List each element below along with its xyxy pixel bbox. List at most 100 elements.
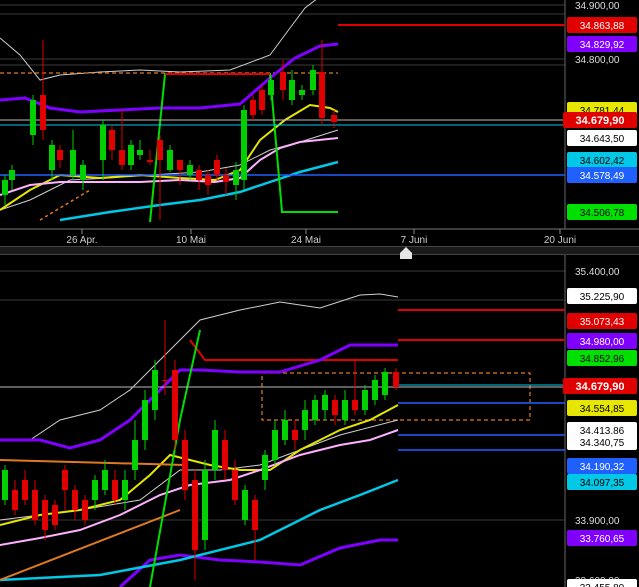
y-tick-label: 34.800,00 [575, 55, 620, 66]
mid-line [0, 404, 399, 526]
candle-body [319, 72, 325, 118]
candle-body [62, 470, 68, 490]
price-tag: 34.340,75 [567, 434, 637, 450]
price-tag: 34.602,42 [567, 152, 637, 168]
candle-body [182, 440, 188, 490]
candle-body [202, 470, 208, 540]
candle-body [205, 175, 211, 185]
candle-body [272, 430, 278, 460]
price-tag-text: 34.554,85 [580, 404, 625, 415]
candle-body [30, 100, 36, 135]
price-tag: 34.578,49 [567, 167, 637, 183]
candle-body [12, 490, 18, 510]
price-tag: 33.455,80 [567, 579, 637, 587]
candle-body [310, 70, 316, 90]
candle-body [299, 90, 305, 95]
price-tag: 33.760,65 [567, 530, 637, 546]
upper-band-line [0, 42, 339, 114]
candle-body [282, 420, 288, 440]
envelope-lower-line [0, 419, 399, 521]
price-tag: 34.980,00 [567, 333, 637, 349]
candle-body [289, 80, 295, 100]
price-tag: 34.097,35 [567, 474, 637, 490]
price-tag-text: 34.980,00 [580, 337, 625, 348]
price-tag-text: 34.643,50 [580, 134, 625, 145]
candle-body [196, 170, 202, 180]
candle-body [262, 455, 268, 480]
price-tag: 34.679,90 [563, 112, 637, 128]
price-tag: 34.852,96 [567, 350, 637, 366]
price-tag: 34.829,92 [567, 36, 637, 52]
x-tick-label: 24 Mai [291, 235, 321, 246]
lower-band-line [0, 429, 399, 546]
candle-body [147, 160, 153, 162]
x-tick-label: 10 Mai [176, 235, 206, 246]
candle-body [222, 440, 228, 470]
candle-body [232, 470, 238, 500]
chart-area[interactable]: 26 Apr. 10 Mai 24 Mai 7 Juni 20 Juni 34.900,0… [0, 0, 639, 587]
candle-body [162, 380, 168, 381]
price-tag: 35.073,43 [567, 313, 637, 329]
candle-body [242, 490, 248, 520]
panel-resize-handle-icon[interactable] [399, 246, 413, 260]
candle-body [142, 400, 148, 440]
candle-body [382, 372, 388, 395]
candle-body [214, 160, 220, 175]
candle-body [187, 165, 193, 175]
price-tag-text: 34.097,35 [580, 478, 625, 489]
candle-body [393, 372, 399, 387]
candle-body [250, 100, 256, 115]
candle-body [42, 500, 48, 530]
candle-body [362, 390, 368, 410]
candle-body [280, 72, 286, 90]
candle-body [352, 400, 358, 410]
candle-body [212, 430, 218, 470]
candle-body [57, 150, 63, 160]
x-tick-label: 26 Apr. [66, 235, 97, 246]
candle-body [122, 480, 128, 500]
orange-trend-line [0, 459, 186, 466]
x-tick-label: 7 Juni [401, 235, 428, 246]
candle-body [342, 400, 348, 420]
price-tag: 34.190,32 [567, 458, 637, 474]
candle-body [137, 150, 143, 155]
candle-body [268, 80, 274, 95]
candle-body [100, 125, 106, 160]
candle-body [132, 440, 138, 470]
price-tag-text: 33.760,65 [580, 534, 625, 545]
price-tag: 34.643,50 [567, 130, 637, 146]
price-tag: 34.506,78 [567, 204, 637, 220]
candle-body [52, 505, 58, 525]
price-tag-text: 34.679,90 [576, 381, 625, 393]
candle-body [32, 490, 38, 520]
trend-cyan-line [0, 478, 399, 582]
candle-body [2, 470, 8, 500]
candle-body [252, 500, 258, 530]
candle-body [292, 430, 298, 440]
candle-body [157, 140, 163, 160]
price-tag-text: 34.852,96 [580, 354, 625, 365]
candle-body [312, 400, 318, 420]
candle-body [331, 115, 337, 122]
y-tick-label: 35.400,00 [575, 267, 620, 278]
price-tag-text: 34.190,32 [580, 462, 625, 473]
price-tag-text: 34.863,88 [580, 21, 625, 32]
candle-body [259, 90, 265, 110]
y-tick-label: 33.900,00 [575, 516, 620, 527]
candle-body [167, 150, 173, 170]
envelope-upper-line [0, 293, 399, 441]
candle-body [322, 395, 328, 410]
candle-body [119, 150, 125, 165]
candle-body [22, 480, 28, 500]
envelope-upper-line [0, 0, 317, 81]
candle-body [241, 110, 247, 180]
candle-body [40, 95, 46, 130]
panel-separator[interactable] [0, 246, 639, 255]
resistance-red-step [189, 339, 398, 361]
candle-body [70, 150, 76, 175]
candle-body [233, 170, 239, 185]
candle-body [172, 370, 178, 440]
price-tag-text: 34.679,90 [576, 115, 625, 127]
y-tick-label: 34.900,00 [575, 1, 620, 12]
price-tag: 34.554,85 [567, 400, 637, 416]
